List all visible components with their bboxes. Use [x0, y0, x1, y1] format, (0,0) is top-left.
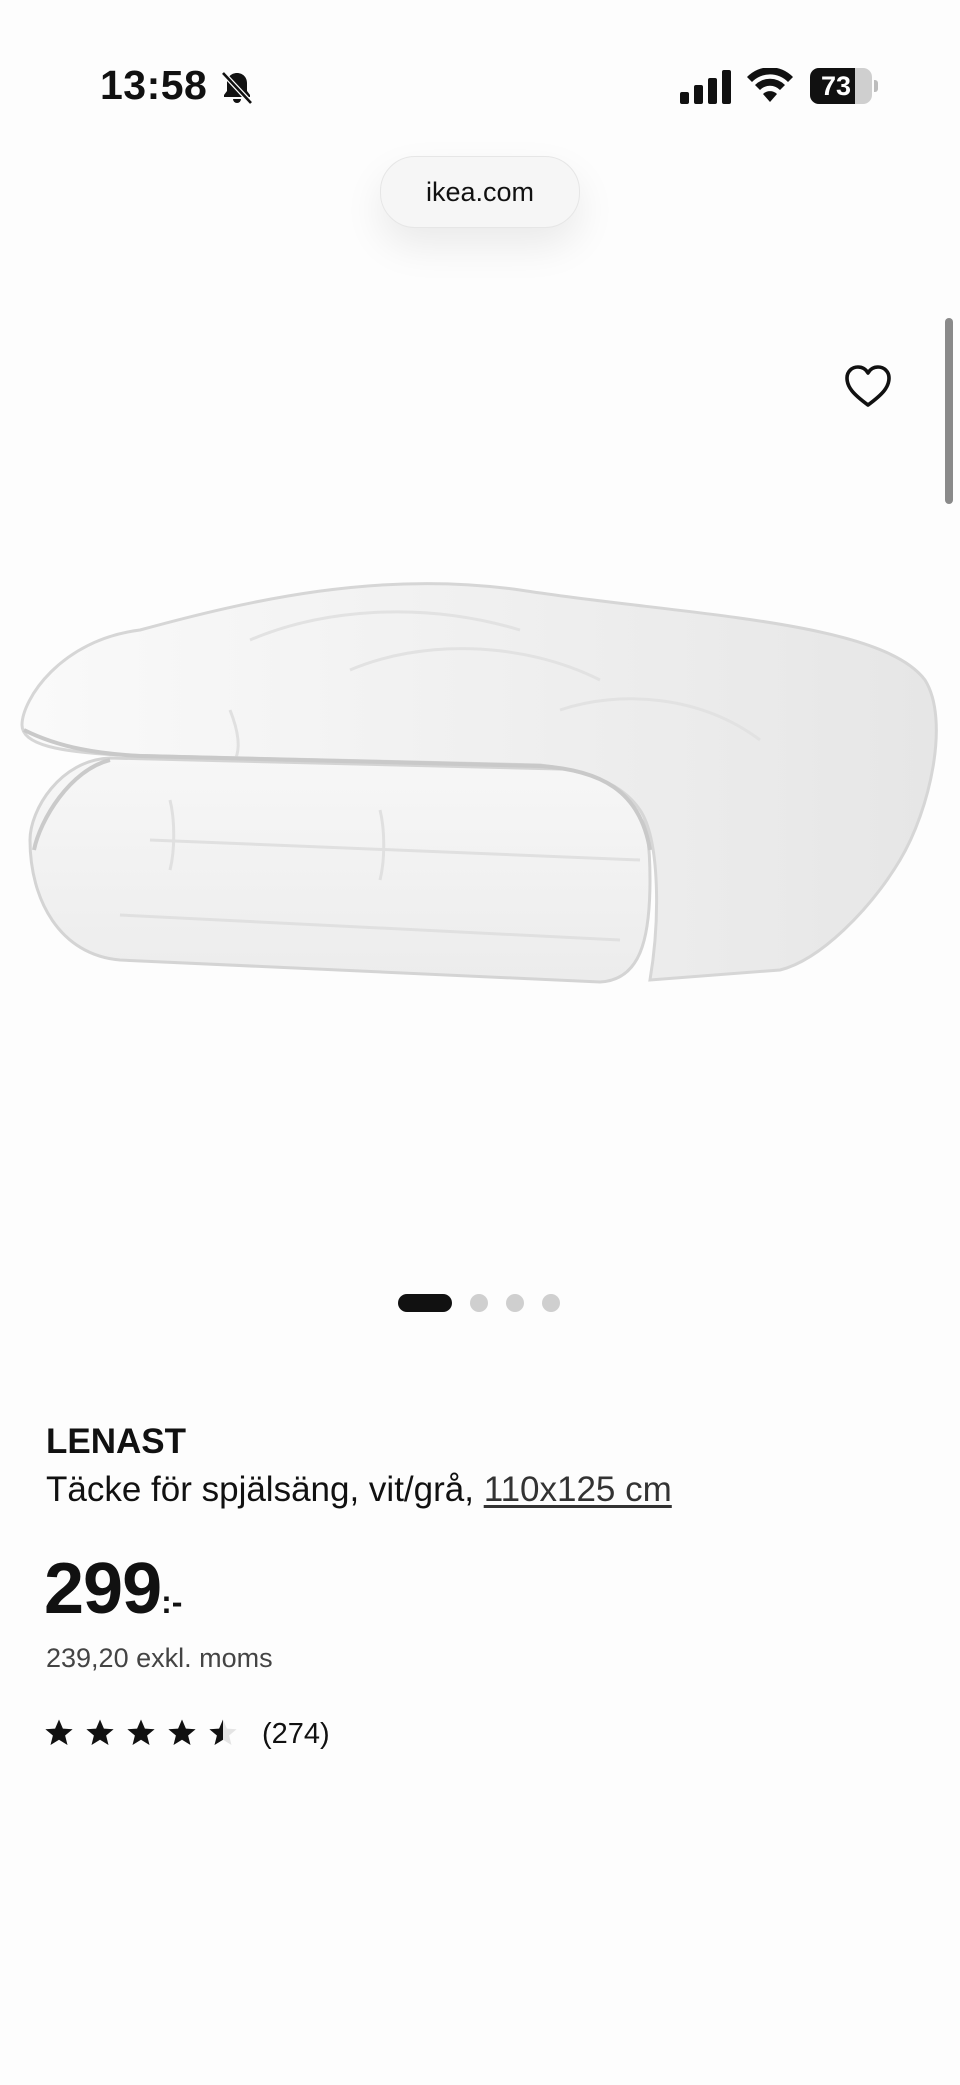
size-link[interactable]: 110x125 cm — [484, 1470, 672, 1509]
carousel-dots[interactable] — [398, 1292, 568, 1314]
carousel-dot[interactable] — [506, 1294, 524, 1312]
bell-slash-icon — [221, 71, 253, 105]
wifi-icon — [747, 68, 793, 102]
carousel-dot[interactable] — [398, 1294, 452, 1312]
product-type: Täcke för spjälsäng, vit/grå, — [46, 1470, 484, 1509]
battery-level: 73 — [820, 71, 852, 101]
carousel-dot[interactable] — [542, 1294, 560, 1312]
carousel-dot[interactable] — [470, 1294, 488, 1312]
scrollbar[interactable] — [945, 318, 953, 504]
price-suffix: :- — [161, 1584, 183, 1620]
star-icon — [45, 1719, 73, 1745]
review-count[interactable]: (274) — [262, 1718, 330, 1751]
price: 299:- — [44, 1548, 182, 1630]
star-icon — [127, 1719, 155, 1745]
signal-icon — [680, 70, 731, 104]
price-excl-vat: 239,20 exkl. moms — [46, 1643, 273, 1673]
status-bar: 13:58 73 — [0, 0, 960, 150]
product-description: Täcke för spjälsäng, vit/grå, 110x125 cm — [46, 1470, 672, 1510]
battery-icon: 73 — [810, 68, 878, 104]
folded-duvet-image[interactable] — [0, 520, 960, 1000]
heart-outline-icon[interactable] — [843, 362, 893, 412]
star-icon — [168, 1719, 196, 1745]
star-icon — [209, 1719, 237, 1745]
product-name: LENAST — [46, 1422, 186, 1461]
star-icon — [86, 1719, 114, 1745]
url-bar[interactable]: ikea.com — [380, 156, 580, 228]
price-amount: 299 — [44, 1549, 162, 1629]
status-time: 13:58 — [100, 62, 208, 108]
